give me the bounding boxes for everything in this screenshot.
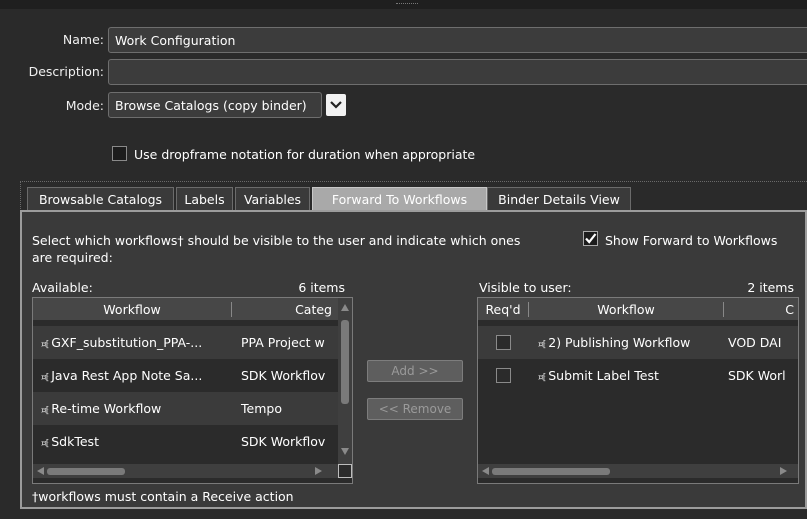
workflow-name: 2) Publishing Workflow xyxy=(548,335,691,350)
workflow-icon: ¤⁅ xyxy=(538,340,546,350)
vertical-scrollbar[interactable] xyxy=(338,298,352,464)
available-label: Available: xyxy=(32,280,93,295)
horizontal-scrollbar[interactable] xyxy=(478,464,798,478)
column-header-workflow[interactable]: Workflow xyxy=(529,301,724,317)
table-row[interactable]: ¤⁅ 2) Publishing Workflow VOD DAI xyxy=(478,326,798,359)
column-header-required[interactable]: Req'd xyxy=(478,301,529,317)
workflow-icon: ¤⁅ xyxy=(41,406,49,416)
column-header-category[interactable]: Categ xyxy=(232,302,338,317)
workflow-icon: ¤⁅ xyxy=(538,373,546,383)
mode-label: Mode: xyxy=(65,98,104,113)
mode-select[interactable]: Browse Catalogs (copy binder) xyxy=(108,92,322,118)
visible-count: 2 items xyxy=(747,280,794,295)
scroll-left-icon[interactable] xyxy=(482,467,489,475)
dropframe-label: Use dropframe notation for duration when… xyxy=(134,147,476,162)
available-list: Workflow Categ ¤⁅ GXF_substitution_PPA-..… xyxy=(32,297,353,484)
remove-button[interactable]: << Remove xyxy=(367,398,463,420)
dropframe-checkbox[interactable] xyxy=(112,146,127,161)
column-header-workflow[interactable]: Workflow xyxy=(33,301,232,317)
workflow-category: SDK Worl xyxy=(728,368,786,383)
scroll-corner xyxy=(338,464,352,478)
horizontal-scrollbar[interactable] xyxy=(33,464,338,478)
column-header-category[interactable]: C xyxy=(724,302,798,317)
chevron-down-icon xyxy=(330,101,342,109)
tab-binder-details-view[interactable]: Binder Details View xyxy=(487,187,631,211)
name-label: Name: xyxy=(62,32,104,47)
workflow-name: Submit Label Test xyxy=(548,368,659,383)
workflow-category: VOD DAI xyxy=(728,335,782,350)
required-checkbox[interactable] xyxy=(495,335,511,350)
add-button[interactable]: Add >> xyxy=(367,360,463,382)
visible-header-row: Req'd Workflow C xyxy=(478,298,798,320)
workflow-category: Tempo xyxy=(241,401,282,416)
description-label: Description: xyxy=(28,64,104,79)
workflow-icon: ¤⁅ xyxy=(41,373,49,383)
instructions-line2: are required: xyxy=(32,250,113,265)
workflow-icon: ¤⁅ xyxy=(41,439,49,449)
list-item[interactable]: ¤⁅ Re-time Workflow Tempo xyxy=(33,392,338,425)
scroll-left-icon[interactable] xyxy=(37,467,44,475)
required-checkbox[interactable] xyxy=(495,368,511,383)
horizontal-scroll-thumb[interactable] xyxy=(492,468,610,475)
available-header-row: Workflow Categ xyxy=(33,298,338,320)
list-item[interactable]: ¤⁅ SdkTest SDK Workflov xyxy=(33,425,338,458)
list-item[interactable]: ¤⁅ Java Rest App Note Sa... SDK Workflov xyxy=(33,359,338,392)
scroll-right-icon[interactable] xyxy=(315,467,322,475)
separator xyxy=(20,181,807,182)
footnote: †workflows must contain a Receive action xyxy=(32,489,294,504)
name-field[interactable]: Work Configuration xyxy=(108,27,807,53)
workflow-category: PPA Project w xyxy=(241,335,325,350)
show-forward-checkbox[interactable] xyxy=(583,231,598,246)
tab-labels[interactable]: Labels xyxy=(176,187,233,211)
mode-dropdown-button[interactable] xyxy=(326,94,346,116)
workflow-name: SdkTest xyxy=(51,434,99,449)
show-forward-label: Show Forward to Workflows xyxy=(605,233,778,248)
tab-variables[interactable]: Variables xyxy=(235,187,310,211)
resize-grip-icon[interactable] xyxy=(396,3,418,7)
table-row[interactable]: ¤⁅ Submit Label Test SDK Worl xyxy=(478,359,798,392)
list-item[interactable]: ¤⁅ GXF_substitution_PPA-... PPA Project w xyxy=(33,326,338,359)
visible-list: Req'd Workflow C ¤⁅ 2) Publishing Workflo… xyxy=(477,297,799,484)
available-count: 6 items xyxy=(298,280,345,295)
workflow-icon: ¤⁅ xyxy=(41,340,49,350)
scroll-up-icon[interactable] xyxy=(341,304,349,311)
workflow-name: GXF_substitution_PPA-... xyxy=(51,335,203,350)
workflow-category: SDK Workflov xyxy=(241,368,326,383)
workflow-name: Re-time Workflow xyxy=(51,401,162,416)
instructions-line1: Select which workflows† should be visibl… xyxy=(32,233,521,248)
scroll-right-icon[interactable] xyxy=(780,467,787,475)
tab-browsable-catalogs[interactable]: Browsable Catalogs xyxy=(27,187,174,211)
vertical-scroll-thumb[interactable] xyxy=(341,320,349,404)
checkmark-icon xyxy=(585,233,597,244)
scroll-down-icon[interactable] xyxy=(341,448,349,455)
workflow-category: SDK Workflov xyxy=(241,434,326,449)
description-field[interactable] xyxy=(108,59,807,85)
workflow-name: Java Rest App Note Sa... xyxy=(51,368,203,383)
horizontal-scroll-thumb[interactable] xyxy=(47,468,125,475)
tab-forward-to-workflows[interactable]: Forward To Workflows xyxy=(312,187,487,211)
visible-label: Visible to user: xyxy=(479,280,572,295)
